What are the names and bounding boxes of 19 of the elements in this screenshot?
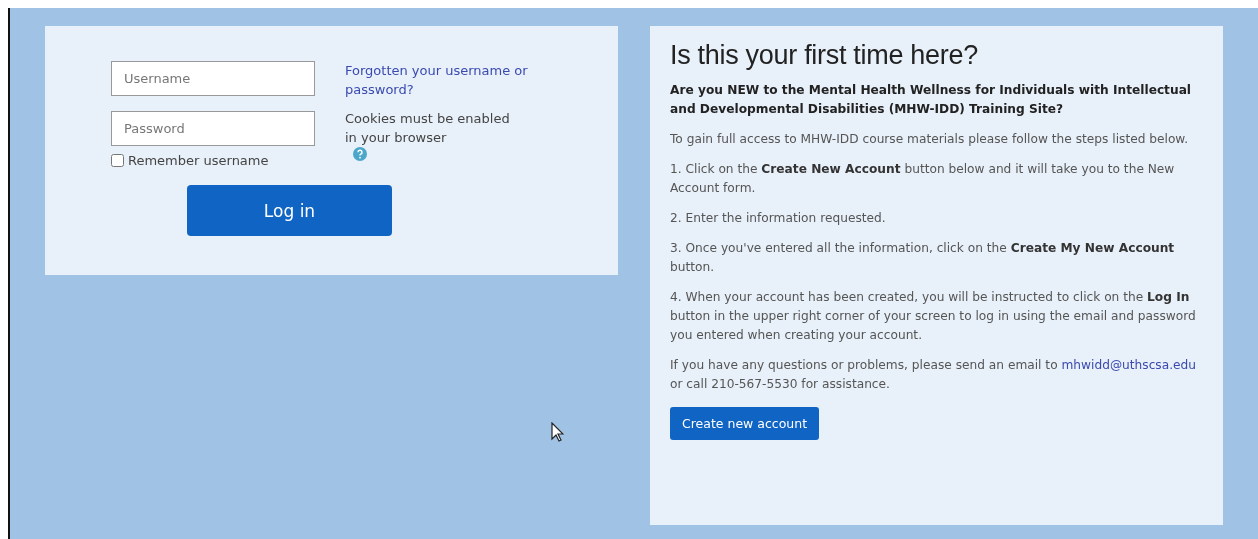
instruction-text: 2. Enter the information requested. [670, 210, 887, 227]
instruction-text: 4. When your account has been created, you will be instructed to click on the Log In button in the upper right corner of your screen to log in using the email and password you entered when creating your account. [670, 289, 1197, 344]
cookies-note: Cookies must be enabled in your browser [345, 110, 511, 147]
remember-checkbox[interactable] [111, 154, 124, 167]
instruction-text: To gain full access to MHW-IDD course materials please follow the steps listed below. [670, 131, 1190, 148]
mouse-cursor-icon [551, 422, 564, 442]
contact-text: If you have any questions or problems, please send an email to mhwidd@uthscsa.edu or call 210-567-5530 for assistance. [670, 357, 1198, 393]
instruction-text: 1. Click on the Create New Account button below and it will take you to the New Account form. [670, 161, 1176, 197]
intro-text: Are you NEW to the Mental Health Wellness for Individuals with Intellectual and Developmental Disabilities (MHW-IDD) Training Site? [670, 82, 1193, 118]
forgot-password-link[interactable]: Forgotten your username or password? [345, 61, 555, 99]
signup-title: Is this your first time here? [670, 40, 979, 71]
login-button[interactable]: Log in [187, 185, 392, 236]
username-field[interactable]: Username [111, 61, 315, 96]
remember-label: Remember username [128, 153, 269, 168]
help-icon[interactable] [353, 147, 367, 161]
instruction-text: 3. Once you've entered all the information, click on the Create My New Account button. [670, 240, 1176, 276]
email-link[interactable]: mhwidd@uthscsa.edu [1061, 358, 1197, 372]
password-field[interactable]: Password [111, 111, 315, 146]
create-account-button[interactable]: Create new account [670, 407, 820, 440]
